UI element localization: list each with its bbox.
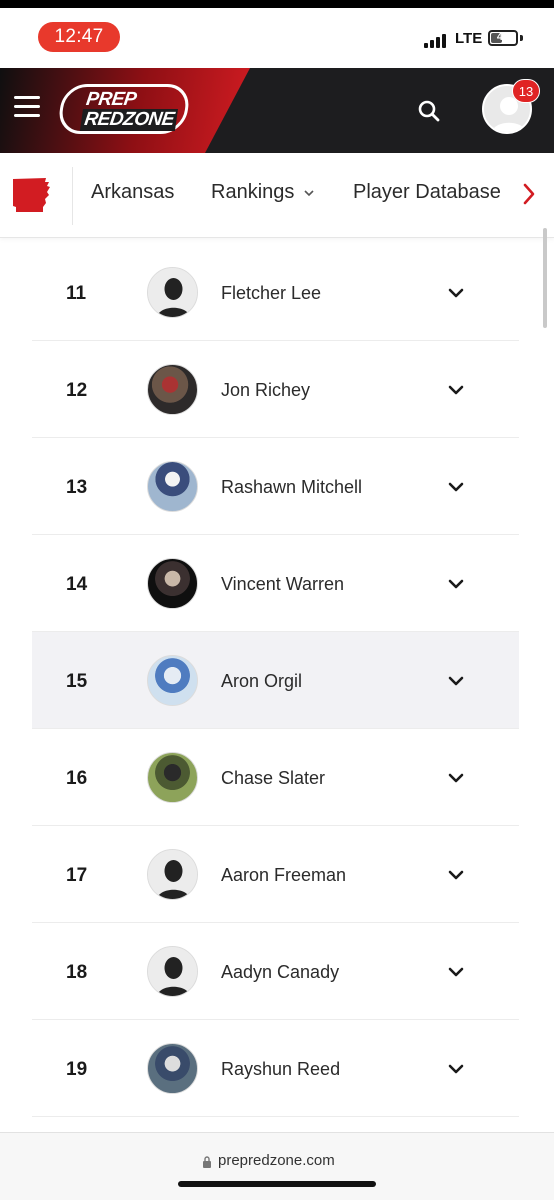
player-photo bbox=[147, 558, 198, 609]
player-name[interactable]: Rayshun Reed bbox=[221, 1059, 340, 1080]
nav-item-rankings[interactable]: Rankings bbox=[211, 181, 314, 204]
prep-redzone-logo[interactable]: PREP REDZONE bbox=[56, 84, 192, 134]
chevron-down-icon[interactable] bbox=[446, 963, 466, 981]
player-row[interactable]: 12 Jon Richey bbox=[32, 341, 519, 438]
scrollbar[interactable] bbox=[543, 228, 547, 328]
browser-url-bar[interactable]: prepredzone.com bbox=[0, 1132, 554, 1200]
player-name[interactable]: Aadyn Canady bbox=[221, 962, 339, 983]
player-rank: 16 bbox=[66, 768, 88, 789]
lock-icon bbox=[202, 1155, 212, 1168]
nav-divider bbox=[72, 167, 73, 225]
player-name[interactable]: Chase Slater bbox=[221, 768, 325, 789]
site-header: PREP REDZONE bbox=[0, 68, 554, 153]
player-photo bbox=[147, 1043, 198, 1094]
battery-percent: 45 bbox=[496, 31, 510, 43]
player-row[interactable]: 13 Rashawn Mitchell bbox=[32, 438, 519, 535]
chevron-down-icon[interactable] bbox=[446, 575, 466, 593]
chevron-down-icon[interactable] bbox=[446, 381, 466, 399]
player-name[interactable]: Fletcher Lee bbox=[221, 283, 321, 304]
player-placeholder-icon bbox=[147, 946, 198, 997]
player-name[interactable]: Jon Richey bbox=[221, 380, 310, 401]
signal-strength-icon bbox=[424, 34, 446, 48]
url-text: prepredzone.com bbox=[218, 1152, 335, 1169]
player-rank: 17 bbox=[66, 865, 88, 886]
logo-text-top: PREP bbox=[84, 89, 138, 110]
arkansas-state-icon[interactable] bbox=[10, 175, 54, 215]
player-ranking-list: 11 Fletcher Lee 12 Jon Richey 13 Rashawn Mitc… bbox=[32, 244, 519, 1117]
search-icon[interactable] bbox=[416, 98, 442, 124]
status-time: 12:47 bbox=[38, 22, 120, 52]
player-photo bbox=[147, 364, 198, 415]
player-rank: 19 bbox=[66, 1059, 88, 1080]
chevron-right-icon[interactable] bbox=[516, 179, 542, 209]
player-rank: 13 bbox=[66, 477, 88, 498]
logo-text-bottom: REDZONE bbox=[79, 109, 179, 131]
player-photo bbox=[147, 655, 198, 706]
nav-item-player-database[interactable]: Player Database bbox=[353, 181, 501, 204]
chevron-down-icon bbox=[304, 190, 314, 196]
player-placeholder-icon bbox=[147, 267, 198, 318]
player-rank: 15 bbox=[66, 671, 88, 692]
player-placeholder-icon bbox=[147, 849, 198, 900]
player-row[interactable]: 19 Rayshun Reed bbox=[32, 1020, 519, 1117]
section-nav: Arkansas Rankings Player Database bbox=[0, 153, 554, 238]
player-rank: 14 bbox=[66, 574, 88, 595]
player-row[interactable]: 15 Aron Orgil bbox=[32, 632, 519, 729]
home-indicator[interactable] bbox=[178, 1181, 376, 1187]
chevron-down-icon[interactable] bbox=[446, 672, 466, 690]
player-row[interactable]: 17 Aaron Freeman bbox=[32, 826, 519, 923]
player-row[interactable]: 16 Chase Slater bbox=[32, 729, 519, 826]
player-rank: 18 bbox=[66, 962, 88, 983]
player-photo bbox=[147, 461, 198, 512]
chevron-down-icon[interactable] bbox=[446, 1060, 466, 1078]
player-row[interactable]: 11 Fletcher Lee bbox=[32, 244, 519, 341]
battery-cap bbox=[520, 35, 523, 41]
player-name[interactable]: Aron Orgil bbox=[221, 671, 302, 692]
player-rank: 12 bbox=[66, 380, 88, 401]
chevron-down-icon[interactable] bbox=[446, 769, 466, 787]
notification-badge[interactable]: 13 bbox=[512, 79, 540, 103]
chevron-down-icon[interactable] bbox=[446, 478, 466, 496]
player-name[interactable]: Rashawn Mitchell bbox=[221, 477, 362, 498]
nav-item-arkansas[interactable]: Arkansas bbox=[91, 181, 174, 204]
player-row[interactable]: 14 Vincent Warren bbox=[32, 535, 519, 632]
player-name[interactable]: Aaron Freeman bbox=[221, 865, 346, 886]
player-row[interactable]: 18 Aadyn Canady bbox=[32, 923, 519, 1020]
hamburger-menu-icon[interactable] bbox=[14, 96, 40, 120]
player-rank: 11 bbox=[66, 283, 87, 304]
battery-icon: 45 bbox=[488, 30, 518, 46]
player-photo bbox=[147, 752, 198, 803]
chevron-down-icon[interactable] bbox=[446, 866, 466, 884]
network-type: LTE bbox=[455, 30, 483, 47]
nav-item-rankings-label: Rankings bbox=[211, 181, 295, 203]
player-name[interactable]: Vincent Warren bbox=[221, 574, 344, 595]
chevron-down-icon[interactable] bbox=[446, 284, 466, 302]
status-bar: 12:47 LTE 45 bbox=[0, 0, 554, 68]
